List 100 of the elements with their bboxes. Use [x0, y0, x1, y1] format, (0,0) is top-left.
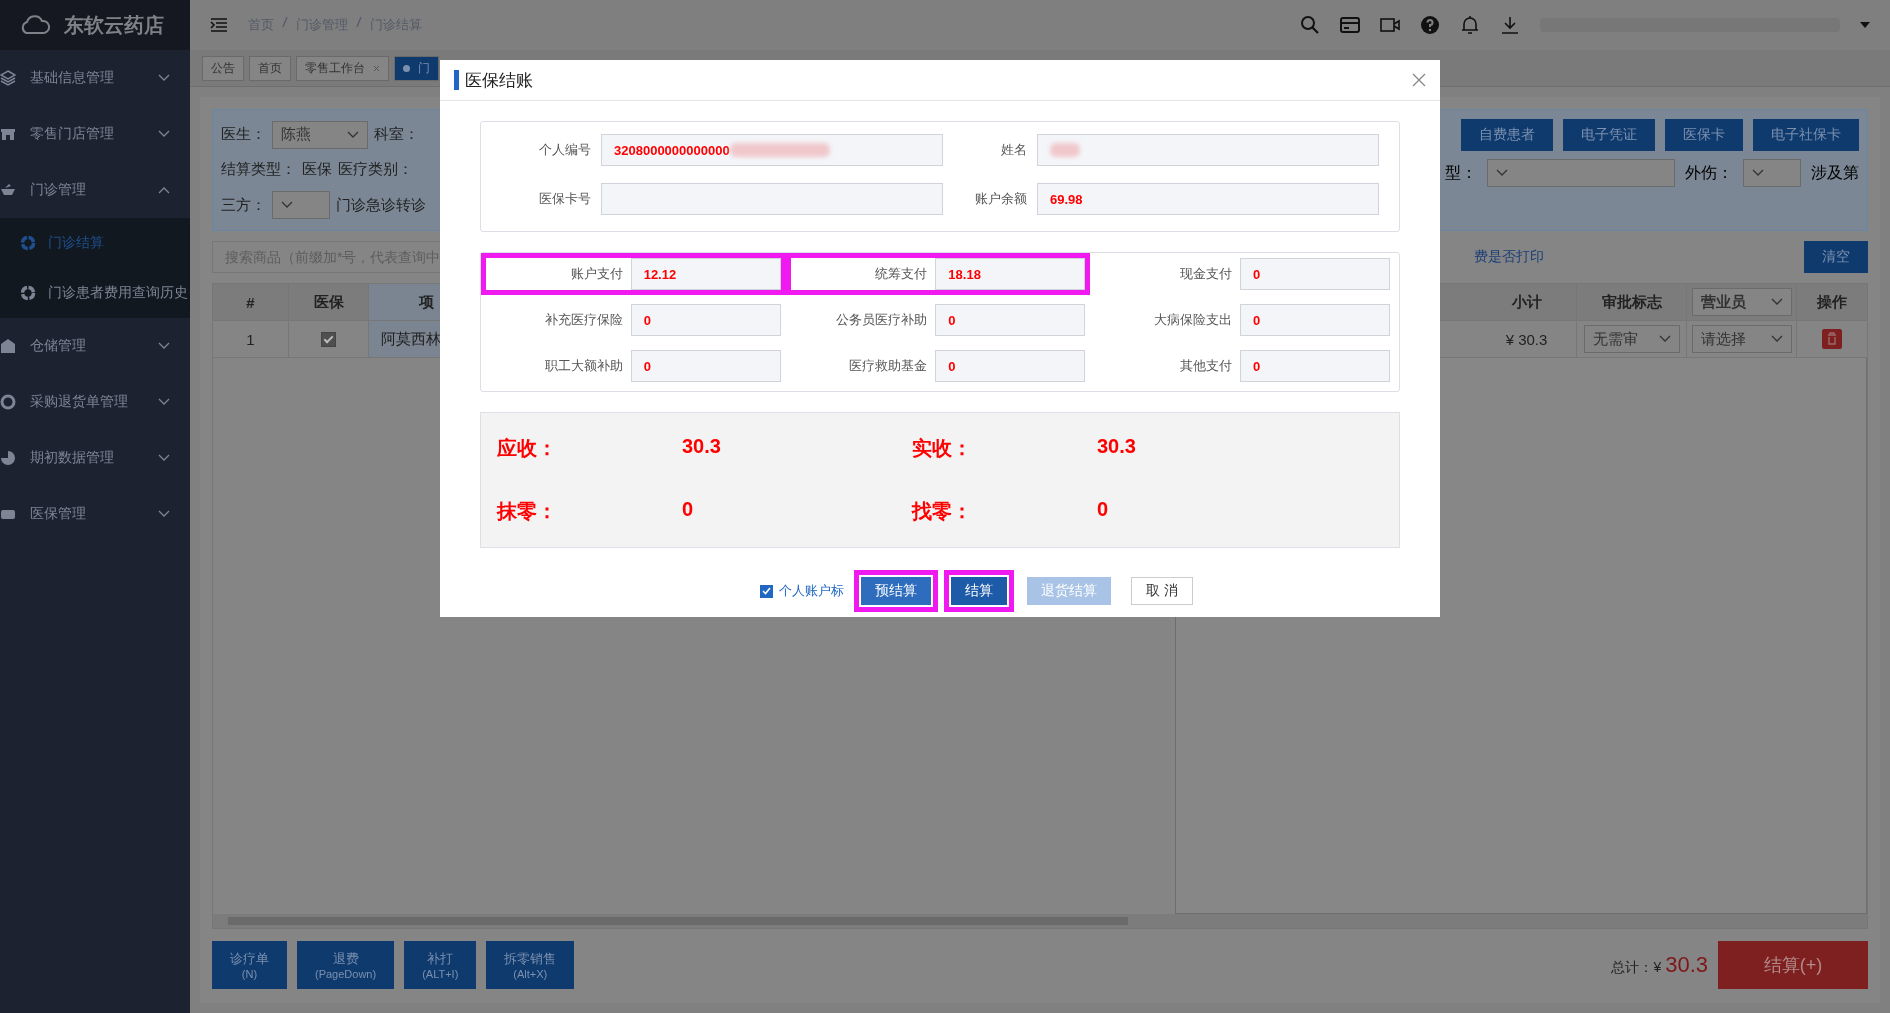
chevron-icon: [158, 510, 170, 518]
sidebar-item[interactable]: 基础信息管理: [0, 50, 190, 106]
summary-value: 30.3: [682, 435, 722, 459]
chevron-icon: [158, 74, 170, 82]
breadcrumb-separator-icon: [356, 16, 362, 28]
card-type-button[interactable]: 电子凭证: [1563, 119, 1655, 151]
cancel-button[interactable]: 取 消: [1131, 577, 1193, 605]
card-type-button[interactable]: 医保卡: [1665, 119, 1743, 151]
chevron-icon: [158, 342, 170, 350]
page-tab[interactable]: 公告: [202, 55, 244, 81]
input-field[interactable]: 69.98: [1037, 183, 1379, 215]
field-label: 医疗类别：: [338, 160, 413, 180]
action-button[interactable]: 诊疗单 (N): [212, 941, 287, 989]
dropdown[interactable]: 陈燕: [272, 120, 368, 149]
summary-label: 找零：: [912, 499, 973, 524]
field-label: 统筹支付: [874, 265, 928, 283]
staff-dropdown[interactable]: 请选择: [1691, 325, 1792, 353]
field-label: 公务员医疗补助: [835, 311, 928, 329]
video-icon[interactable]: [1380, 15, 1400, 35]
page-tab[interactable]: 零售工作台: [296, 55, 389, 81]
column-header: #: [213, 284, 289, 320]
approval-dropdown[interactable]: 无需审: [1583, 325, 1680, 353]
input-field[interactable]: 12.12: [630, 258, 781, 290]
scrollbar[interactable]: [213, 914, 1867, 928]
chevron-icon: [158, 186, 170, 194]
card-icon[interactable]: [1340, 15, 1360, 35]
card-type-button[interactable]: 自费患者: [1461, 119, 1553, 151]
sidebar-item[interactable]: 零售门店管理: [0, 106, 190, 162]
input-field[interactable]: 0: [1240, 350, 1390, 382]
chevron-icon: [158, 130, 170, 138]
staff-dropdown[interactable]: 营业员: [1691, 288, 1792, 316]
chevron-icon: [158, 454, 170, 462]
chevron-icon: [1496, 169, 1508, 177]
sidebar-item[interactable]: 仓储管理: [0, 318, 190, 374]
print-option-link[interactable]: 费是否打印: [1474, 248, 1544, 266]
input-field[interactable]: 3208000000000000: [601, 134, 943, 166]
field-label: 现金支付: [1179, 265, 1232, 283]
sidebar-item[interactable]: 门诊管理: [0, 162, 190, 218]
action-button[interactable]: 退费 (PageDown): [297, 941, 395, 989]
dialog-title: 医保结账: [465, 69, 534, 92]
settle-button[interactable]: 结算: [951, 577, 1008, 605]
field-label: 型：: [1445, 162, 1477, 183]
sidebar-item[interactable]: 期初数据管理: [0, 430, 190, 486]
checkbox[interactable]: [760, 584, 774, 598]
field-label: 姓名: [1000, 141, 1027, 159]
search-icon[interactable]: [1300, 15, 1320, 35]
sidebar-item[interactable]: 采购退货单管理: [0, 374, 190, 430]
menu-icon[interactable]: [210, 18, 228, 32]
table-cell: ¥ 30.3: [1477, 321, 1577, 357]
help-icon[interactable]: [1420, 15, 1440, 35]
field-label: 涉及第: [1811, 162, 1859, 183]
column-header: 审批标志: [1577, 284, 1687, 320]
caret-icon[interactable]: [1860, 22, 1870, 28]
sidebar-subitem[interactable]: 门诊结算: [0, 218, 190, 268]
total-label: 总计：¥: [1611, 959, 1662, 977]
menu-icon: [0, 70, 16, 86]
ring-icon: [20, 285, 36, 301]
bell-icon[interactable]: [1460, 15, 1480, 35]
action-button[interactable]: 拆零销售 (Alt+X): [486, 941, 575, 989]
field-label: 大病保险支出: [1153, 311, 1232, 329]
input-field[interactable]: 18.18: [935, 258, 1086, 290]
page-tab[interactable]: 首页: [249, 55, 291, 81]
input-field[interactable]: 0: [1240, 304, 1390, 336]
field-value: 医保: [302, 160, 332, 180]
app-name: 东软云药店: [64, 12, 164, 38]
input-field[interactable]: 0: [630, 304, 781, 336]
input-field[interactable]: [1037, 134, 1379, 166]
input-field[interactable]: 0: [630, 350, 781, 382]
checkbox[interactable]: [321, 331, 336, 347]
input-field[interactable]: 0: [1240, 258, 1390, 290]
field-label: 医生：: [221, 125, 266, 145]
summary-label: 实收：: [912, 436, 973, 461]
field-label: 门诊急诊转诊: [336, 195, 426, 215]
input-field[interactable]: 0: [935, 350, 1086, 382]
clear-button[interactable]: 清空: [1804, 241, 1868, 273]
page-tab[interactable]: 门: [394, 55, 439, 81]
field-label: 外伤：: [1685, 162, 1733, 183]
input-field[interactable]: [601, 183, 943, 215]
summary-value: 0: [1097, 498, 1110, 522]
field-label: 医保卡号: [538, 190, 591, 208]
cloud-logo-icon: [20, 15, 50, 35]
card-type-button[interactable]: 电子社保卡: [1753, 119, 1859, 151]
pre-settle-button[interactable]: 预结算: [861, 577, 932, 605]
table-cell: 1: [213, 321, 289, 357]
download-icon[interactable]: [1500, 15, 1520, 35]
menu-icon: [0, 338, 16, 354]
field-label: 医疗救助基金: [848, 357, 928, 375]
settle-button[interactable]: 结算(+): [1718, 941, 1868, 989]
action-button[interactable]: 补打 (ALT+I): [404, 941, 477, 989]
chevron-icon: [1770, 298, 1783, 306]
sidebar-item[interactable]: 医保管理: [0, 486, 190, 542]
summary-value: 0: [682, 498, 695, 522]
chevron-icon: [347, 130, 359, 139]
ring-icon: [20, 235, 36, 251]
close-icon[interactable]: [1412, 73, 1426, 87]
sidebar-subitem[interactable]: 门诊患者费用查询历史: [0, 268, 190, 318]
summary-value: 30.3: [1097, 435, 1137, 459]
chevron-icon: [158, 398, 170, 406]
checkbox-label[interactable]: 个人账户标: [779, 582, 845, 600]
input-field[interactable]: 0: [935, 304, 1086, 336]
